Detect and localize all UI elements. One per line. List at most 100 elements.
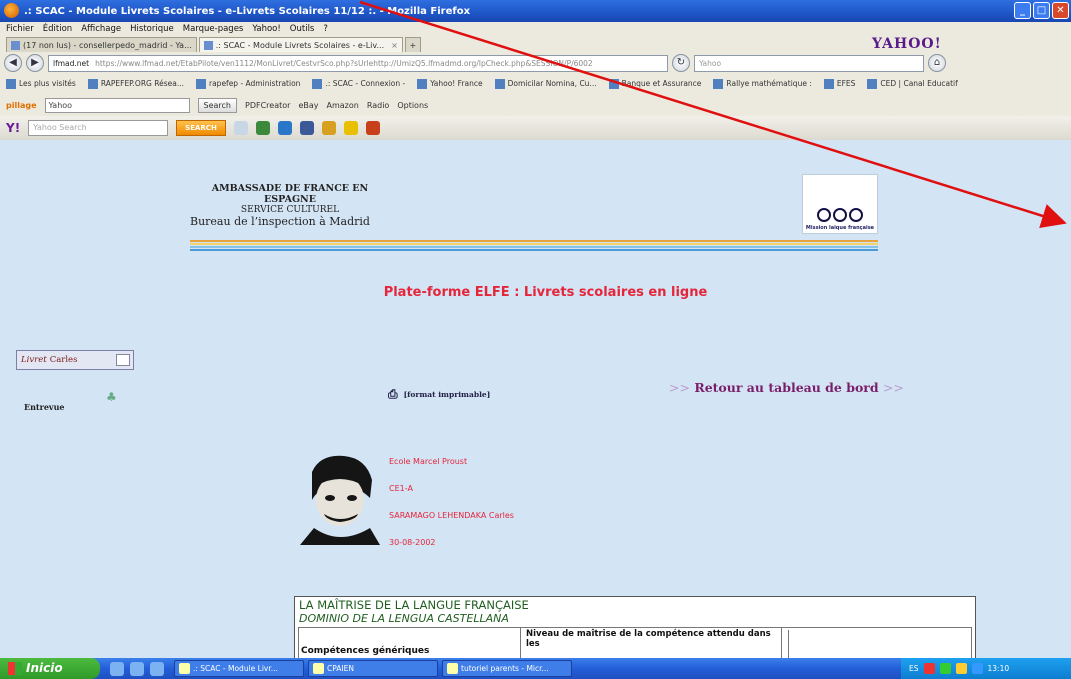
quicklaunch-firefox-icon[interactable] <box>110 661 124 676</box>
maximize-button[interactable]: □ <box>1033 2 1050 19</box>
people-icon[interactable]: ♣ <box>106 390 122 404</box>
taskbar-item-word[interactable]: tutoriel parents - Micr... <box>442 660 572 677</box>
bookmark-icon <box>417 79 428 89</box>
toolbar-doc-icon[interactable] <box>233 121 248 135</box>
toolbar-brand[interactable]: pillage <box>6 101 37 110</box>
tab-close-icon[interactable]: × <box>391 41 398 50</box>
bookmark-item[interactable]: Yahoo! France <box>417 79 483 89</box>
url-text: https://www.lfmad.net/EtabPilote/ven1112… <box>95 58 593 68</box>
radio-link[interactable]: Radio <box>367 101 389 110</box>
bookmark-icon <box>713 79 724 89</box>
bookmarks-bar: Les plus visités RAPEFEP.ORG Résea... ra… <box>0 74 1071 94</box>
tray-volume-icon[interactable] <box>971 663 983 674</box>
tray-network-icon[interactable] <box>923 663 935 674</box>
print-format-link[interactable]: ⎙ [format imprimable] <box>388 387 490 402</box>
pdfcreator-link[interactable]: PDFCreator <box>245 101 290 110</box>
table-title-fr: LA MAÎTRISE DE LA LANGUE FRANÇAISE <box>299 598 529 612</box>
toolbar-search-input[interactable]: Yahoo <box>44 97 190 113</box>
menu-help[interactable]: ? <box>323 24 328 34</box>
toolbar-mail-icon[interactable] <box>255 121 270 135</box>
embassy-title: AMBASSADE DE FRANCE EN ESPAGNE <box>211 183 369 205</box>
windows-flag-icon <box>8 662 22 675</box>
reload-button[interactable]: ↻ <box>672 54 690 72</box>
menu-outils[interactable]: Outils <box>290 24 315 34</box>
table-header-niveau: Niveau de maîtrise de la compétence atte… <box>524 628 782 658</box>
entrevue-link[interactable]: Entrevue <box>24 402 64 412</box>
start-button[interactable]: Inicio <box>0 658 100 679</box>
bookmark-icon <box>494 79 505 89</box>
url-bar[interactable]: lfmad.net https://www.lfmad.net/EtabPilo… <box>48 54 668 72</box>
language-indicator[interactable]: ES <box>909 664 919 673</box>
bookmark-item[interactable]: CED | Canal Educatif <box>867 79 958 89</box>
bookmark-item[interactable]: rapefep - Administration <box>196 79 300 89</box>
bookmark-item[interactable]: EFES <box>823 79 855 89</box>
toolbar-news-icon[interactable] <box>365 121 380 135</box>
amazon-link[interactable]: Amazon <box>326 101 358 110</box>
embassy-header: AMBASSADE DE FRANCE EN ESPAGNE SERVICE C… <box>190 183 390 228</box>
quicklaunch-folder-icon[interactable] <box>130 661 144 676</box>
browser-search-field[interactable]: Yahoo <box>694 54 924 72</box>
firefox-icon <box>179 663 190 674</box>
minimize-button[interactable]: _ <box>1014 2 1031 19</box>
menu-edition[interactable]: Édition <box>43 24 72 34</box>
menu-fichier[interactable]: Fichier <box>6 24 34 34</box>
logo-caption: Mission laïque française <box>805 225 875 231</box>
navigation-bar: ◀ ▶ lfmad.net https://www.lfmad.net/Etab… <box>0 52 1071 74</box>
taskbar-item-firefox[interactable]: .: SCAC - Module Livr... <box>174 660 304 677</box>
tray-antivirus-icon[interactable] <box>939 663 951 674</box>
facebook-icon[interactable] <box>299 121 314 135</box>
tab-scac[interactable]: .: SCAC - Module Livrets Scolaires - e-L… <box>198 37 403 52</box>
bookmark-icon <box>312 79 323 89</box>
toolbar-weather-icon[interactable] <box>277 121 292 135</box>
menu-historique[interactable]: Historique <box>130 24 174 34</box>
forward-button[interactable]: ▶ <box>26 54 44 72</box>
sidebar-livret-carles[interactable]: Livret Carles <box>16 350 134 370</box>
sidebar-livret-label: Livret <box>21 355 47 365</box>
tab-yahoo-mail[interactable]: (17 non lus) - consellerpedo_madrid - Ya… <box>6 37 197 52</box>
bookmark-item[interactable]: RAPEFEP.ORG Résea... <box>87 79 184 89</box>
bookmark-icon <box>823 79 834 89</box>
toolbar-games-icon[interactable] <box>321 121 336 135</box>
menu-bar: Fichier Édition Affichage Historique Mar… <box>0 22 1071 36</box>
tab-label: (17 non lus) - consellerpedo_madrid - Ya… <box>23 40 192 50</box>
clock: 13:10 <box>987 664 1010 673</box>
tab-label: .: SCAC - Module Livrets Scolaires - e-L… <box>215 40 385 50</box>
tray-update-icon[interactable] <box>955 663 967 674</box>
menu-marque-pages[interactable]: Marque-pages <box>183 24 244 34</box>
toolbar-search-button[interactable]: Search <box>197 97 237 113</box>
retour-tableau-link[interactable]: >> Retour au tableau de bord >> <box>669 380 904 395</box>
bookmark-item[interactable]: Les plus visités <box>6 79 76 89</box>
mission-laique-logo: Mission laïque française <box>802 174 878 234</box>
table-header-competences: Compétences génériques <box>299 628 521 658</box>
bookmark-icon <box>6 79 16 89</box>
back-button[interactable]: ◀ <box>4 54 22 72</box>
mail-favicon-icon <box>11 40 20 50</box>
platform-title: Plate-forme ELFE : Livrets scolaires en … <box>383 285 708 300</box>
bookmark-item[interactable]: Domicilar Nomina, Cu... <box>494 79 597 89</box>
word-icon <box>447 663 458 674</box>
scac-favicon-icon <box>203 40 213 50</box>
student-school: Ecole Marcel Proust <box>389 457 468 466</box>
home-icon[interactable]: ⌂ <box>928 54 946 72</box>
service-title: SERVICE CULTUREL <box>240 205 340 215</box>
menu-affichage[interactable]: Affichage <box>81 24 121 34</box>
bookmark-item[interactable]: .: SCAC - Connexion - <box>312 79 405 89</box>
ebay-link[interactable]: eBay <box>298 101 318 110</box>
taskbar-item-cpaien[interactable]: CPAIEN <box>308 660 438 677</box>
quicklaunch-ie-icon[interactable] <box>150 661 164 676</box>
options-link[interactable]: Options <box>397 101 428 110</box>
student-class: CE1-A <box>389 484 413 493</box>
yahoo-search-button[interactable]: SEARCH <box>176 120 226 136</box>
yahoo-search-input[interactable]: Yahoo Search <box>28 120 169 136</box>
new-tab-button[interactable]: + <box>404 37 421 52</box>
yahoo-logo: YAHOO! <box>872 36 942 52</box>
menu-yahoo[interactable]: Yahoo! <box>252 24 280 34</box>
bureau-title: Bureau de l’inspection à Madrid <box>190 215 370 228</box>
toolbar-horoscope-icon[interactable] <box>343 121 358 135</box>
close-button[interactable]: ✕ <box>1052 2 1069 19</box>
system-tray: ES 13:10 <box>901 658 1071 679</box>
yahoo-y-icon[interactable]: Y! <box>6 121 20 135</box>
bookmark-item[interactable]: Rallye mathématique : <box>713 79 812 89</box>
bookmark-item[interactable]: Banque et Assurance <box>608 79 701 89</box>
pillage-toolbar: pillage Yahoo Search PDFCreator eBay Ama… <box>0 94 1071 116</box>
